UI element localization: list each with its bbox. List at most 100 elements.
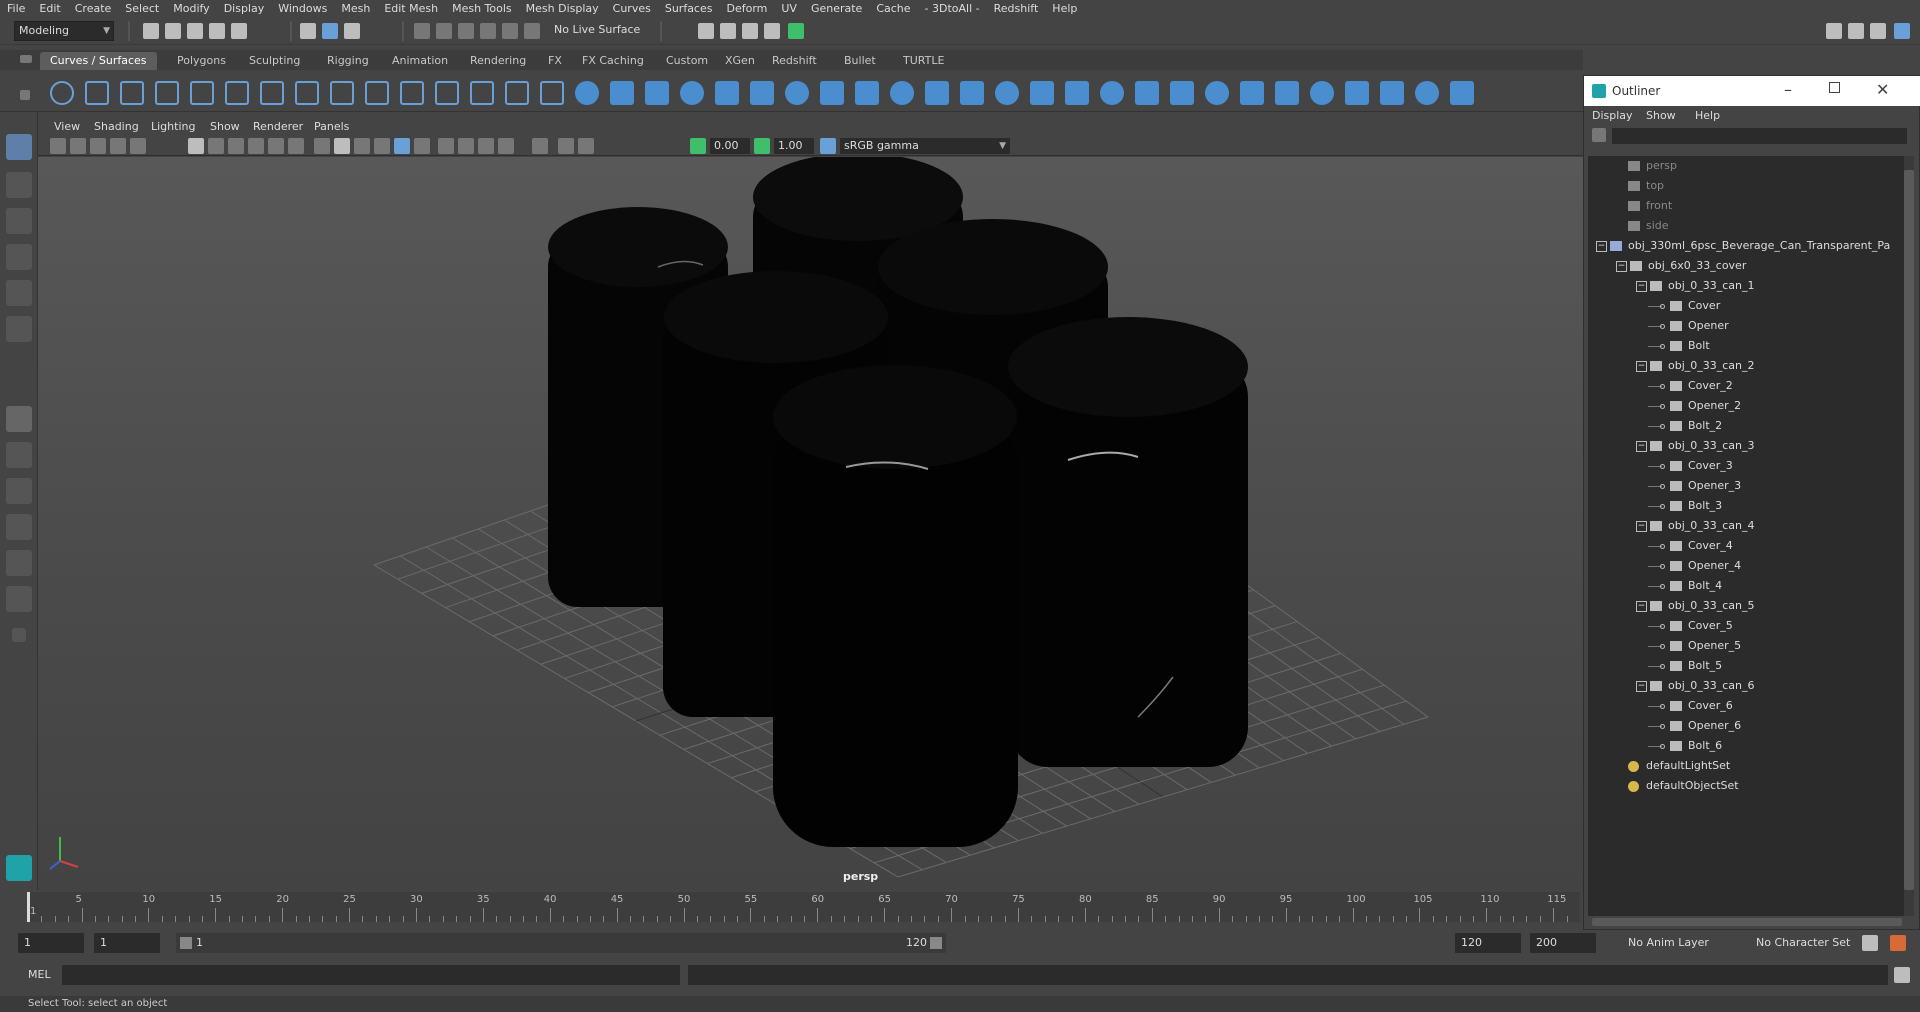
curve-attach-icon[interactable] [365,81,389,105]
new-scene-icon[interactable] [143,23,159,39]
image-plane-icon[interactable] [110,138,126,154]
intersect-icon[interactable] [1135,81,1159,105]
xray-joints-icon[interactable] [458,138,474,154]
outliner-item[interactable]: defaultObjectSet [1588,776,1904,796]
bookmark-icon[interactable] [90,138,106,154]
menu-3dtoall[interactable]: - 3DtoAll - [918,2,987,15]
menu-display[interactable]: Display [217,2,272,15]
shelf-tab-custom[interactable]: Custom [656,52,718,70]
outliner-item[interactable]: − obj_6x0_33_cover [1588,256,1904,276]
move-tool-icon[interactable] [6,244,32,270]
outliner-item[interactable]: side [1588,216,1904,236]
expand-icon[interactable] [12,628,26,642]
shelf-tab-redshift[interactable]: Redshift [762,52,827,70]
anim-end-field[interactable]: 120 [1455,933,1521,953]
four-view-icon[interactable] [6,442,32,468]
undo-icon[interactable] [209,23,225,39]
current-time-indicator[interactable] [27,892,30,922]
shelf-tab-xgen[interactable]: XGen [715,52,765,70]
collapse-toggle-icon[interactable]: − [1636,521,1647,532]
viewport-menu-view[interactable]: View [54,120,80,133]
wireframe-icon[interactable] [314,138,330,154]
curve-offset-icon[interactable] [435,81,459,105]
menu-surfaces[interactable]: Surfaces [658,2,720,15]
anti-aliasing-icon[interactable] [498,138,514,154]
outliner-item[interactable]: Bolt_5 [1588,656,1904,676]
outliner-item[interactable]: Cover_3 [1588,456,1904,476]
attribute-editor-icon[interactable] [1848,23,1864,39]
collapse-toggle-icon[interactable]: − [1636,441,1647,452]
outliner-menu-help[interactable]: Help [1695,109,1720,122]
curve-detach-icon[interactable] [400,81,424,105]
birail-icon[interactable] [925,81,949,105]
can-mesh[interactable] [773,407,1018,847]
maximize-icon[interactable] [1829,82,1840,93]
nurbs-square-icon[interactable] [85,81,109,105]
can-lid[interactable] [1008,317,1248,417]
anim-layer-dropdown[interactable]: No Anim Layer [1622,933,1732,953]
menu-generate[interactable]: Generate [804,2,869,15]
outliner-item[interactable]: Cover_2 [1588,376,1904,396]
ep-curve-icon[interactable] [155,81,179,105]
horizontal-scrollbar[interactable] [1592,918,1902,926]
select-by-hierarchy-icon[interactable] [300,23,316,39]
collapse-toggle-icon[interactable]: − [1596,241,1607,252]
gate-mask-icon[interactable] [248,138,264,154]
snap-view-plane-icon[interactable] [480,23,496,39]
camera-icon[interactable] [50,138,66,154]
nurbs-circle-icon[interactable] [50,81,74,105]
menu-mesh-display[interactable]: Mesh Display [519,2,606,15]
project-on-surface-icon[interactable] [1170,81,1194,105]
ipr-render-icon[interactable] [742,23,758,39]
untrim-icon[interactable] [1100,81,1124,105]
range-handle-start[interactable] [180,937,192,949]
pencil-curve-icon[interactable] [190,81,214,105]
viewport-menu-show[interactable]: Show [210,120,240,133]
filter-icon[interactable] [1592,128,1606,142]
square-surface-icon[interactable] [995,81,1019,105]
ambient-occlusion-icon[interactable] [478,138,494,154]
arc-icon[interactable] [260,81,284,105]
sculpt-geometry-icon[interactable] [1415,81,1439,105]
workspace-dropdown[interactable]: Modeling ▼ [14,21,114,41]
menu-redshift[interactable]: Redshift [987,2,1046,15]
curve-cut-icon[interactable] [330,81,354,105]
scale-tool-icon[interactable] [6,316,32,342]
menu-mesh[interactable]: Mesh [334,2,377,15]
menu-create[interactable]: Create [68,2,119,15]
menu-modify[interactable]: Modify [166,2,216,15]
menu-select[interactable]: Select [118,2,166,15]
snap-live-icon[interactable] [502,23,518,39]
smooth-shade-icon[interactable] [334,138,350,154]
bezier-curve-icon[interactable] [225,81,249,105]
exposure-toggle-icon[interactable] [690,138,706,154]
viewport-menu-renderer[interactable]: Renderer [253,120,303,133]
render-view-icon[interactable] [764,23,780,39]
extrude-icon[interactable] [890,81,914,105]
nurbs-plane-icon[interactable] [715,81,739,105]
shelf-menu-icon[interactable] [20,55,32,63]
outliner-item[interactable]: − obj_0_33_can_1 [1588,276,1904,296]
timeline-ruler[interactable]: 1 5 10 15 20 25 30 35 40 45 50 55 60 65 70 75 80 85 90 95 10… [28,892,1580,922]
menu-deform[interactable]: Deform [719,2,774,15]
viewport-menu-lighting[interactable]: Lighting [151,120,195,133]
lasso-tool-icon[interactable] [6,172,32,198]
shelf-tab-turtle[interactable]: TURTLE [893,52,954,70]
close-icon[interactable]: ✕ [1876,80,1889,99]
hypershade-icon[interactable] [788,23,804,39]
tool-settings-icon[interactable] [1870,23,1886,39]
gamma-field[interactable]: 1.00 [774,138,814,154]
render-frame-icon[interactable] [720,23,736,39]
snap-together-icon[interactable] [524,23,540,39]
exposure-field[interactable]: 0.00 [710,138,750,154]
revolve-icon[interactable] [785,81,809,105]
outliner-item[interactable]: Bolt [1588,336,1904,356]
live-surface-field[interactable]: No Live Surface [550,21,650,41]
shadows-icon[interactable] [414,138,430,154]
outliner-item[interactable]: Opener_6 [1588,716,1904,736]
rebuild-surface-icon[interactable] [1450,81,1474,105]
outliner-item[interactable]: − obj_330ml_6psc_Beverage_Can_Transparent… [1588,236,1904,256]
shelf-tab-bullet[interactable]: Bullet [834,52,886,70]
anim-start-field[interactable]: 1 [94,933,160,953]
menu-windows[interactable]: Windows [271,2,334,15]
